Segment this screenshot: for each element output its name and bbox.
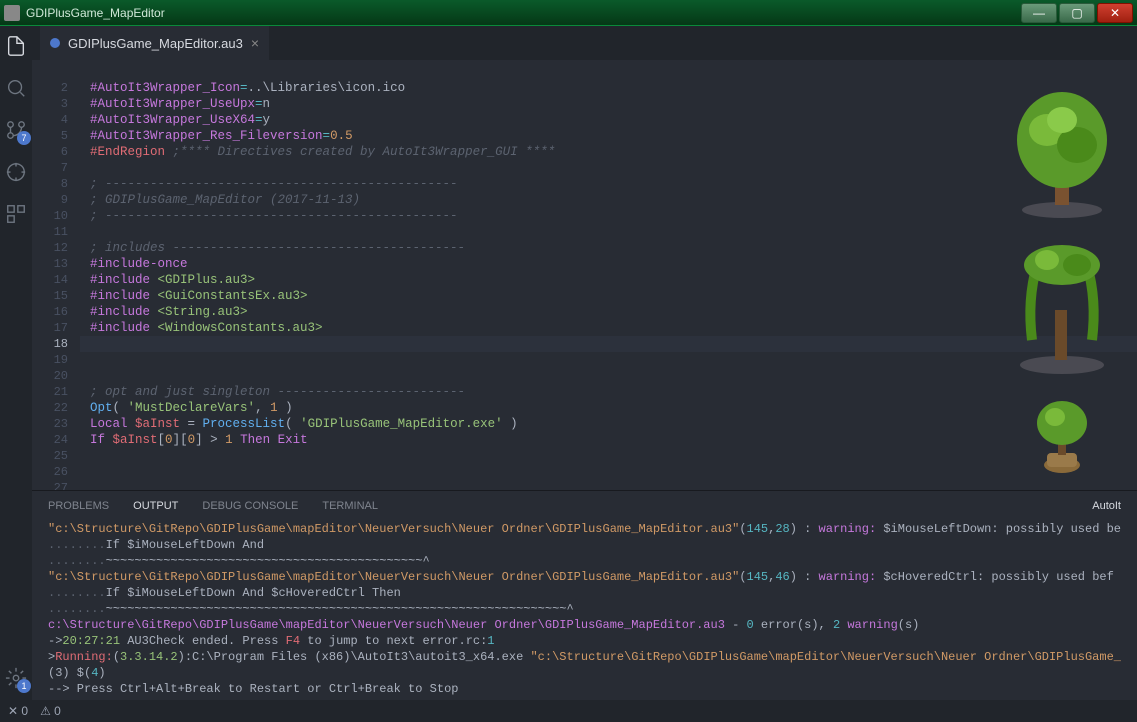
scm-badge: 7 [17, 131, 31, 145]
status-bar: ✕ 0 ⚠ 0 [0, 700, 1137, 722]
tab-bar: GDIPlusGame_MapEditor.au3 × [32, 26, 1137, 60]
settings-icon[interactable]: 1 [4, 666, 28, 690]
status-errors[interactable]: ✕ 0 [8, 704, 28, 718]
line-gutter: 2345678910111213141516171819202122232425… [32, 60, 80, 490]
editor-area: GDIPlusGame_MapEditor.au3 × 234567891011… [32, 26, 1137, 700]
window-titlebar: GDIPlusGame_MapEditor — ▢ ✕ [0, 0, 1137, 26]
tab-file[interactable]: GDIPlusGame_MapEditor.au3 × [40, 26, 269, 60]
panel-tab-debug[interactable]: DEBUG CONSOLE [202, 500, 298, 512]
file-modified-icon [50, 38, 60, 48]
status-warnings[interactable]: ⚠ 0 [40, 704, 61, 718]
explorer-icon[interactable] [4, 34, 28, 58]
code-editor[interactable]: 2345678910111213141516171819202122232425… [32, 60, 1137, 490]
maximize-button[interactable]: ▢ [1059, 3, 1095, 23]
search-icon[interactable] [4, 76, 28, 100]
debug-icon[interactable] [4, 160, 28, 184]
extensions-icon[interactable] [4, 202, 28, 226]
panel-tabs: PROBLEMS OUTPUT DEBUG CONSOLE TERMINAL A… [32, 491, 1137, 521]
panel-tab-output[interactable]: OUTPUT [133, 500, 178, 512]
source-control-icon[interactable]: 7 [4, 118, 28, 142]
output-content[interactable]: "c:\Structure\GitRepo\GDIPlusGame\mapEdi… [32, 521, 1137, 700]
tab-close-icon[interactable]: × [251, 35, 259, 51]
app-icon [4, 5, 20, 21]
panel-tab-problems[interactable]: PROBLEMS [48, 500, 109, 512]
close-button[interactable]: ✕ [1097, 3, 1133, 23]
tab-label: GDIPlusGame_MapEditor.au3 [68, 36, 243, 51]
bottom-panel: PROBLEMS OUTPUT DEBUG CONSOLE TERMINAL A… [32, 490, 1137, 700]
window-title: GDIPlusGame_MapEditor [26, 6, 1021, 20]
panel-tab-terminal[interactable]: TERMINAL [322, 500, 378, 512]
output-channel-selector[interactable]: AutoIt [1092, 500, 1121, 512]
window-controls: — ▢ ✕ [1021, 3, 1133, 23]
settings-badge: 1 [17, 679, 31, 693]
code-content[interactable]: #AutoIt3Wrapper_Icon=..\Libraries\icon.i… [80, 60, 1137, 490]
minimize-button[interactable]: — [1021, 3, 1057, 23]
activity-bar: 7 1 [0, 26, 32, 700]
